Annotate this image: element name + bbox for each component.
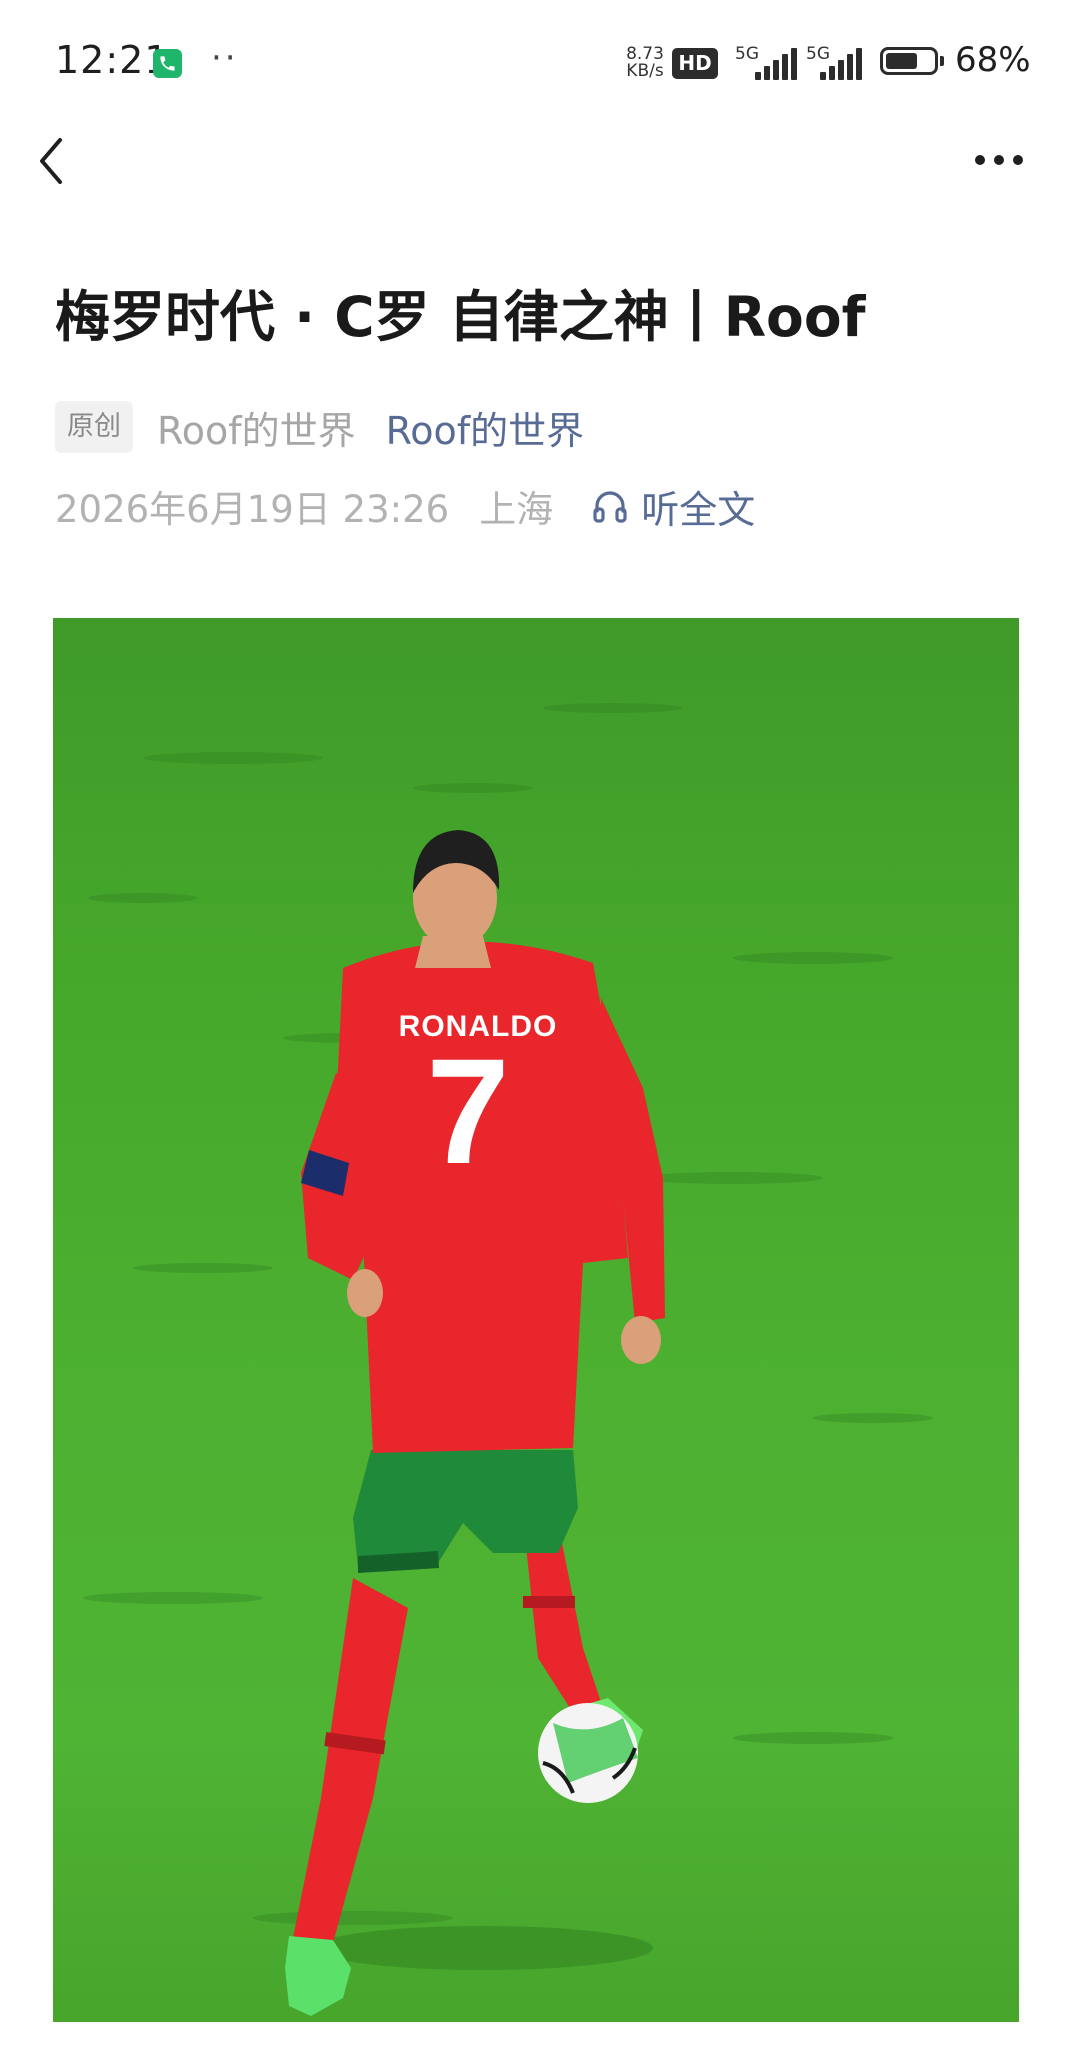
page-bottom [0, 2030, 1080, 2057]
phone-call-icon [153, 49, 182, 78]
back-button[interactable] [30, 130, 78, 192]
more-horizontal-icon [975, 155, 1023, 165]
notification-dots: ·· [211, 38, 239, 78]
network-type-1: 5G [735, 44, 759, 64]
battery-icon [880, 47, 944, 75]
article-date-row: 2026年6月19日 23:26 上海 听全文 [55, 478, 755, 534]
network-type-2: 5G [806, 44, 830, 64]
author-name: Roof的世界 [157, 408, 356, 453]
article-hero-image[interactable]: 7 RONALDO [53, 618, 1019, 2022]
publish-location: 上海 [479, 488, 554, 531]
network-speed-unit: KB/s [626, 61, 664, 81]
publish-date: 2026年6月19日 23:26 [55, 488, 450, 531]
listen-label: 听全文 [641, 487, 756, 532]
network-speed: 8.73 KB/s [621, 46, 669, 80]
jersey-name: RONALDO [399, 1010, 558, 1043]
chevron-left-icon [40, 138, 62, 184]
account-link[interactable]: Roof的世界 [386, 400, 585, 455]
status-bar: 12:21 ·· 8.73 KB/s HD 5G 5G 68% [0, 0, 1080, 125]
listen-full-text-button[interactable]: 听全文 [591, 479, 755, 534]
signal-1-icon: 5G [735, 44, 801, 80]
footballer-photo: 7 RONALDO [83, 703, 933, 2016]
battery-percent: 68% [955, 40, 1031, 80]
article-title: 梅罗时代 · C罗 自律之神丨Roof [55, 285, 866, 349]
more-options-button[interactable] [972, 140, 1028, 180]
signal-2-icon: 5G [806, 44, 872, 80]
original-tag: 原创 [55, 401, 133, 453]
headphones-icon [593, 491, 627, 523]
jersey-number: 7 [426, 1027, 509, 1195]
hd-voice-badge: HD [672, 48, 718, 79]
battery-fill [886, 53, 917, 69]
article-meta: 原创 Roof的世界 Roof的世界 [55, 400, 584, 454]
